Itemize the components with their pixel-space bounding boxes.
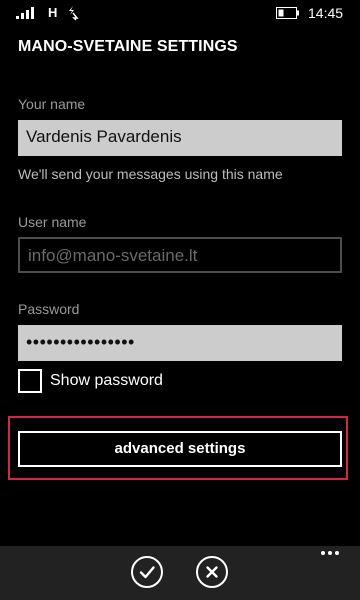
password-input[interactable]: •••••••••••••••• [18, 325, 342, 361]
password-label: Password [18, 301, 80, 317]
data-transfer-icon [69, 6, 79, 21]
more-options-icon[interactable] [320, 550, 340, 556]
signal-strength-icon [16, 7, 34, 19]
advanced-settings-button[interactable]: advanced settings [18, 431, 342, 467]
user-name-input: info@mano-svetaine.lt [18, 237, 342, 273]
show-password-row[interactable]: Show password [18, 369, 218, 393]
show-password-label[interactable]: Show password [50, 372, 163, 390]
network-type-label: H [48, 5, 58, 20]
checkmark-icon [139, 566, 155, 579]
page-title: MANO-SVETAINE SETTINGS [18, 38, 238, 55]
clock: 14:45 [308, 5, 344, 21]
your-name-label: Your name [18, 96, 86, 112]
battery-icon [276, 7, 299, 19]
your-name-hint: We'll send your messages using this name [18, 166, 283, 182]
show-password-checkbox[interactable] [18, 369, 42, 393]
your-name-input[interactable]: Vardenis Pavardenis [18, 120, 342, 156]
confirm-button[interactable] [131, 556, 163, 588]
close-icon [206, 566, 218, 578]
app-bar [0, 546, 360, 600]
status-bar: H 14:45 [0, 0, 360, 28]
cancel-button[interactable] [196, 556, 228, 588]
user-name-label: User name [18, 214, 87, 230]
